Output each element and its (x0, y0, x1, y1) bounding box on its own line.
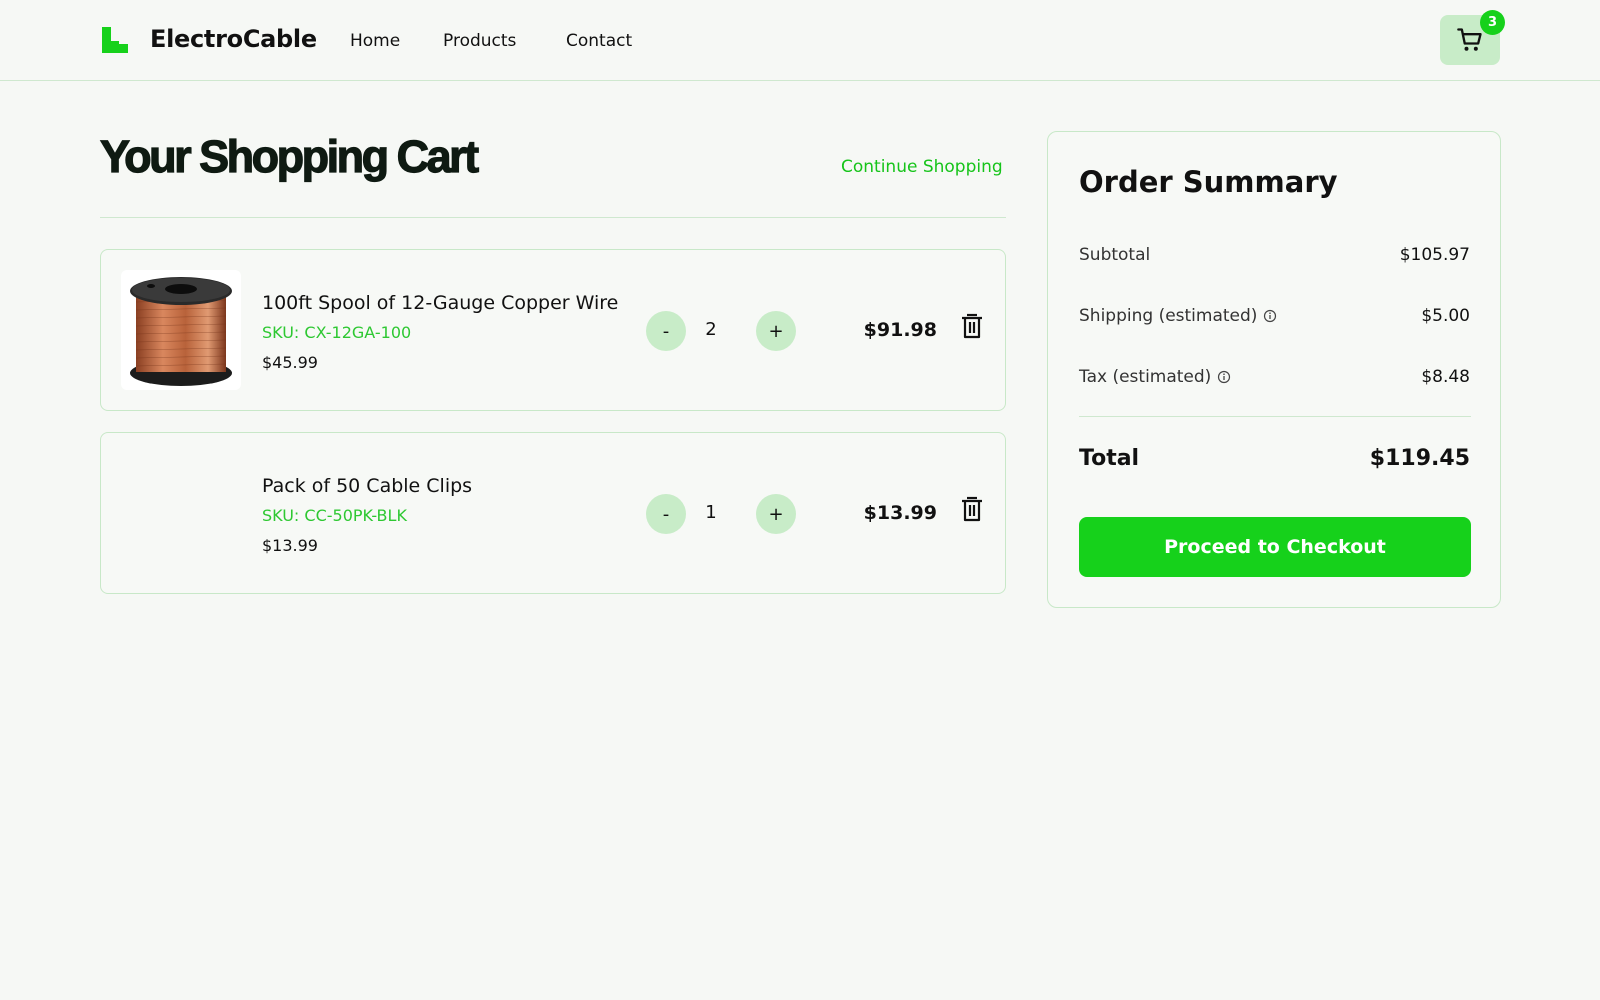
tax-value: $8.48 (1421, 367, 1470, 387)
info-icon[interactable] (1263, 309, 1277, 323)
subtotal-value: $105.97 (1399, 245, 1470, 265)
tax-label-text: Tax (estimated) (1079, 367, 1212, 387)
product-image-copper-wire-spool (121, 270, 241, 390)
cart-item: Pack of 50 Cable Clips SKU: CC-50PK-BLK … (100, 432, 1006, 594)
quantity-value: 2 (705, 319, 717, 340)
subtotal-label: Subtotal (1079, 245, 1150, 265)
shipping-label-text: Shipping (estimated) (1079, 306, 1258, 326)
item-name[interactable]: 100ft Spool of 12-Gauge Copper Wire (262, 292, 618, 314)
item-unit-price: $13.99 (262, 536, 318, 555)
order-summary-panel: Order Summary Subtotal $105.97 Shipping … (1047, 131, 1501, 608)
item-sku: SKU: CC-50PK-BLK (262, 506, 407, 525)
item-line-total: $13.99 (863, 502, 937, 524)
tax-label: Tax (estimated) (1079, 367, 1231, 387)
trash-icon[interactable] (960, 496, 984, 522)
page-title: Your Shopping Cart (99, 130, 479, 182)
shipping-label: Shipping (estimated) (1079, 306, 1277, 326)
divider (100, 217, 1006, 218)
brand-name[interactable]: ElectroCable (150, 25, 317, 53)
item-unit-price: $45.99 (262, 353, 318, 372)
shipping-value: $5.00 (1421, 306, 1470, 326)
cart-item: 100ft Spool of 12-Gauge Copper Wire SKU:… (100, 249, 1006, 411)
shopping-cart-icon (1457, 28, 1482, 51)
item-sku: SKU: CX-12GA-100 (262, 323, 412, 342)
item-name[interactable]: Pack of 50 Cable Clips (262, 475, 472, 497)
checkout-button[interactable]: Proceed to Checkout (1079, 517, 1471, 577)
brand-logo-icon[interactable] (102, 27, 128, 53)
nav-link-home[interactable]: Home (350, 31, 400, 51)
item-line-total: $91.98 (863, 319, 937, 341)
info-icon[interactable] (1217, 370, 1231, 384)
nav-link-products[interactable]: Products (443, 31, 516, 51)
quantity-increase-button[interactable]: + (756, 494, 796, 534)
quantity-value: 1 (705, 502, 717, 523)
total-label: Total (1079, 446, 1140, 471)
product-image-placeholder (121, 453, 241, 573)
continue-shopping-link[interactable]: Continue Shopping (841, 157, 1003, 177)
subtotal-label-text: Subtotal (1079, 245, 1151, 265)
quantity-decrease-button[interactable]: - (646, 494, 686, 534)
quantity-increase-button[interactable]: + (756, 311, 796, 351)
cart-count-badge: 3 (1480, 10, 1505, 35)
nav-link-contact[interactable]: Contact (566, 31, 632, 51)
top-navigation-bar: ElectroCable Home Products Contact 3 (0, 0, 1600, 81)
divider (1079, 416, 1471, 417)
quantity-decrease-button[interactable]: - (646, 311, 686, 351)
summary-title: Order Summary (1079, 165, 1338, 199)
total-value: $119.45 (1369, 446, 1470, 471)
trash-icon[interactable] (960, 313, 984, 339)
